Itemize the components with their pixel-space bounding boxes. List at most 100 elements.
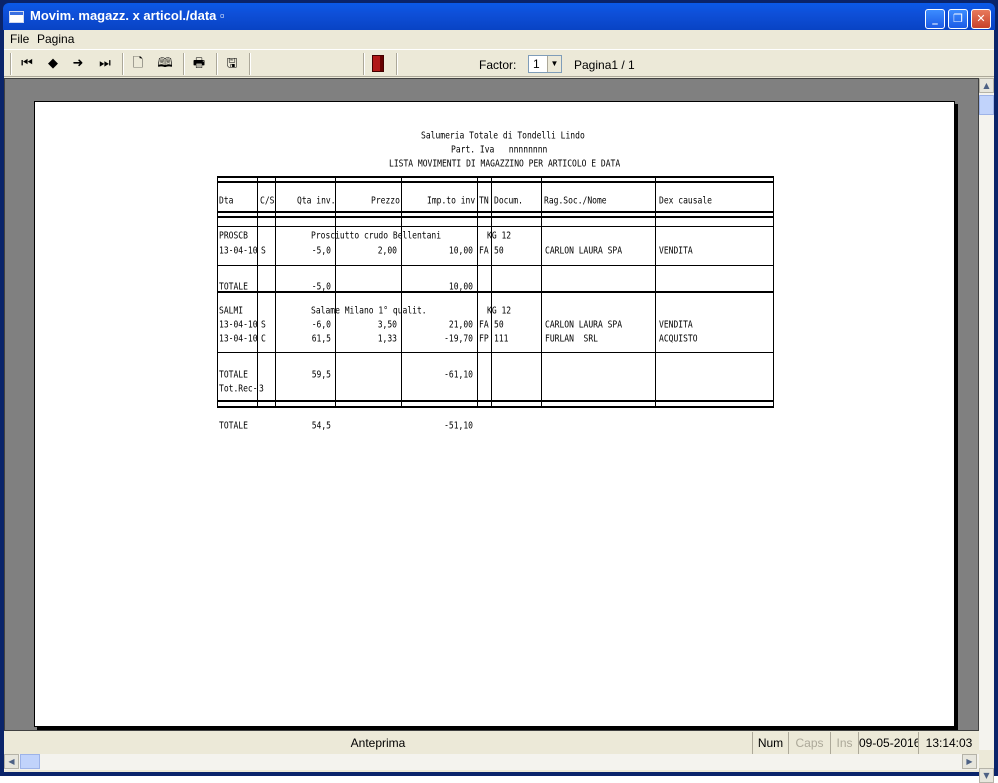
table-col-divider <box>477 176 478 408</box>
table-rule <box>217 265 773 266</box>
toolbar-separator <box>10 53 12 75</box>
factor-select[interactable]: 1 ▼ <box>528 55 562 73</box>
group-total-label: TOTALE <box>219 369 248 380</box>
column-header: Rag.Soc./Nome <box>544 195 607 206</box>
grand-total-label: TOTALE <box>219 420 248 431</box>
column-header: C/S <box>260 195 275 206</box>
column-header: Docum. <box>494 195 523 206</box>
row-name: CARLON LAURA SPA <box>545 319 623 330</box>
previous-page-icon[interactable]: ◆ <box>43 54 63 74</box>
row-amount: -19,70 <box>444 333 473 344</box>
row-tn: FA <box>479 319 489 330</box>
row-price: 2,00 <box>377 245 397 256</box>
application-window: Movim. magazz. x articol./data ▫ _ ❐ ✕ F… <box>0 0 998 783</box>
article-um: KG 12 <box>487 230 512 241</box>
report-page: Salumeria Totale di Tondelli Lindo Part.… <box>34 101 955 727</box>
exit-door-icon[interactable] <box>372 55 384 72</box>
toolbar-separator <box>122 53 124 75</box>
row-qty: -6,0 <box>311 319 331 330</box>
page-indicator: Pagina1 / 1 <box>574 58 635 72</box>
next-page-icon[interactable]: ➜ <box>68 54 88 74</box>
toolbar: ⏮ ◆ ➜ ⏭ 🗋 🕮 🖶 🖫 Factor: 1 ▼ Pagina1 / 1 <box>4 49 994 77</box>
column-header: Imp.to inv. <box>427 195 480 206</box>
row-tn: FA <box>479 245 489 256</box>
table-rule <box>217 352 773 353</box>
status-bar: Anteprima Num Caps Ins 09-05-2016 13:14:… <box>4 732 979 754</box>
row-causale: VENDITA <box>659 319 693 330</box>
last-page-icon[interactable]: ⏭ <box>95 54 115 74</box>
column-header: Prezzo <box>371 195 400 206</box>
article-code: PROSCB <box>219 230 248 241</box>
article-description: Salame Milano 1° qualit. <box>311 305 427 316</box>
column-header: TN <box>479 195 489 206</box>
print-preview-area[interactable]: Salumeria Totale di Tondelli Lindo Part.… <box>4 78 979 731</box>
report-vat: Part. Iva nnnnnnnn <box>451 144 548 155</box>
group-total-amount: -61,10 <box>444 369 473 380</box>
table-col-divider <box>655 176 656 408</box>
close-button[interactable]: ✕ <box>971 9 991 29</box>
table-border-top <box>217 181 773 183</box>
group-total-qty: -5,0 <box>311 281 331 292</box>
print-icon[interactable]: 🖶 <box>189 54 209 74</box>
client-area: File Pagina ⏮ ◆ ➜ ⏭ 🗋 🕮 🖶 🖫 Factor: 1 ▼ <box>4 30 994 783</box>
record-count-value: 3 <box>259 383 264 394</box>
status-mode: Anteprima <box>350 736 406 750</box>
table-col-divider <box>773 176 774 408</box>
group-total-qty: 59,5 <box>311 369 331 380</box>
toolbar-separator <box>183 53 185 75</box>
table-col-divider <box>491 176 492 408</box>
title-bar[interactable]: Movim. magazz. x articol./data ▫ _ ❐ ✕ <box>3 3 995 30</box>
toolbar-separator <box>396 53 398 75</box>
report-heading: LISTA MOVIMENTI DI MAGAZZINO PER ARTICOL… <box>389 158 621 169</box>
table-border-header <box>217 211 773 213</box>
status-date: 09-05-2016 <box>858 732 918 754</box>
row-causale: ACQUISTO <box>659 333 698 344</box>
menu-pagina[interactable]: Pagina <box>37 32 74 46</box>
row-cs: C <box>261 333 266 344</box>
row-doc: 50 <box>494 319 504 330</box>
row-cs: S <box>261 319 266 330</box>
first-page-icon[interactable]: ⏮ <box>17 54 37 74</box>
toolbar-separator <box>363 53 365 75</box>
horizontal-scroll-thumb[interactable] <box>20 754 40 769</box>
menu-file[interactable]: File <box>10 32 29 46</box>
row-name: FURLAN SRL <box>545 333 598 344</box>
toolbar-separator <box>216 53 218 75</box>
table-border-top <box>217 176 773 178</box>
factor-value: 1 <box>533 57 540 71</box>
window-app-icon[interactable] <box>9 11 24 23</box>
table-col-divider <box>335 176 336 408</box>
row-date: 13-04-10 <box>219 333 258 344</box>
row-price: 3,50 <box>377 319 397 330</box>
article-um: KG 12 <box>487 305 512 316</box>
maximize-button[interactable]: ❐ <box>948 9 968 29</box>
scroll-left-icon[interactable]: ◀ <box>4 754 19 769</box>
status-ins: Ins <box>830 732 858 754</box>
factor-label: Factor: <box>479 58 517 72</box>
scroll-up-icon[interactable]: ▲ <box>979 78 994 93</box>
table-border-bottom <box>217 400 773 402</box>
scroll-right-icon[interactable]: ▶ <box>962 754 977 769</box>
article-description: Prosciutto crudo Bellentani <box>311 230 442 241</box>
row-amount: 10,00 <box>448 245 473 256</box>
table-border-header <box>217 216 773 218</box>
vertical-scroll-thumb[interactable] <box>979 95 994 115</box>
chevron-down-icon[interactable]: ▼ <box>547 56 561 72</box>
horizontal-scrollbar[interactable]: ◀ ▶ <box>4 754 979 770</box>
two-pages-icon[interactable]: 🕮 <box>155 54 175 74</box>
group-total-amount: 10,00 <box>448 281 473 292</box>
row-qty: 61,5 <box>311 333 331 344</box>
minimize-button[interactable]: _ <box>925 9 945 29</box>
export-icon[interactable]: 🖫 <box>222 54 242 74</box>
record-count-label: Tot.Rec- <box>219 383 258 394</box>
status-time: 13:14:03 <box>918 732 979 754</box>
vertical-scrollbar[interactable]: ▲ ▼ <box>979 78 994 783</box>
column-header: Dta <box>219 195 234 206</box>
single-page-icon[interactable]: 🗋 <box>128 54 148 74</box>
row-qty: -5,0 <box>311 245 331 256</box>
status-caps: Caps <box>788 732 830 754</box>
row-causale: VENDITA <box>659 245 693 256</box>
row-price: 1,33 <box>377 333 397 344</box>
row-name: CARLON LAURA SPA <box>545 245 623 256</box>
column-header: Qta inv. <box>297 195 336 206</box>
